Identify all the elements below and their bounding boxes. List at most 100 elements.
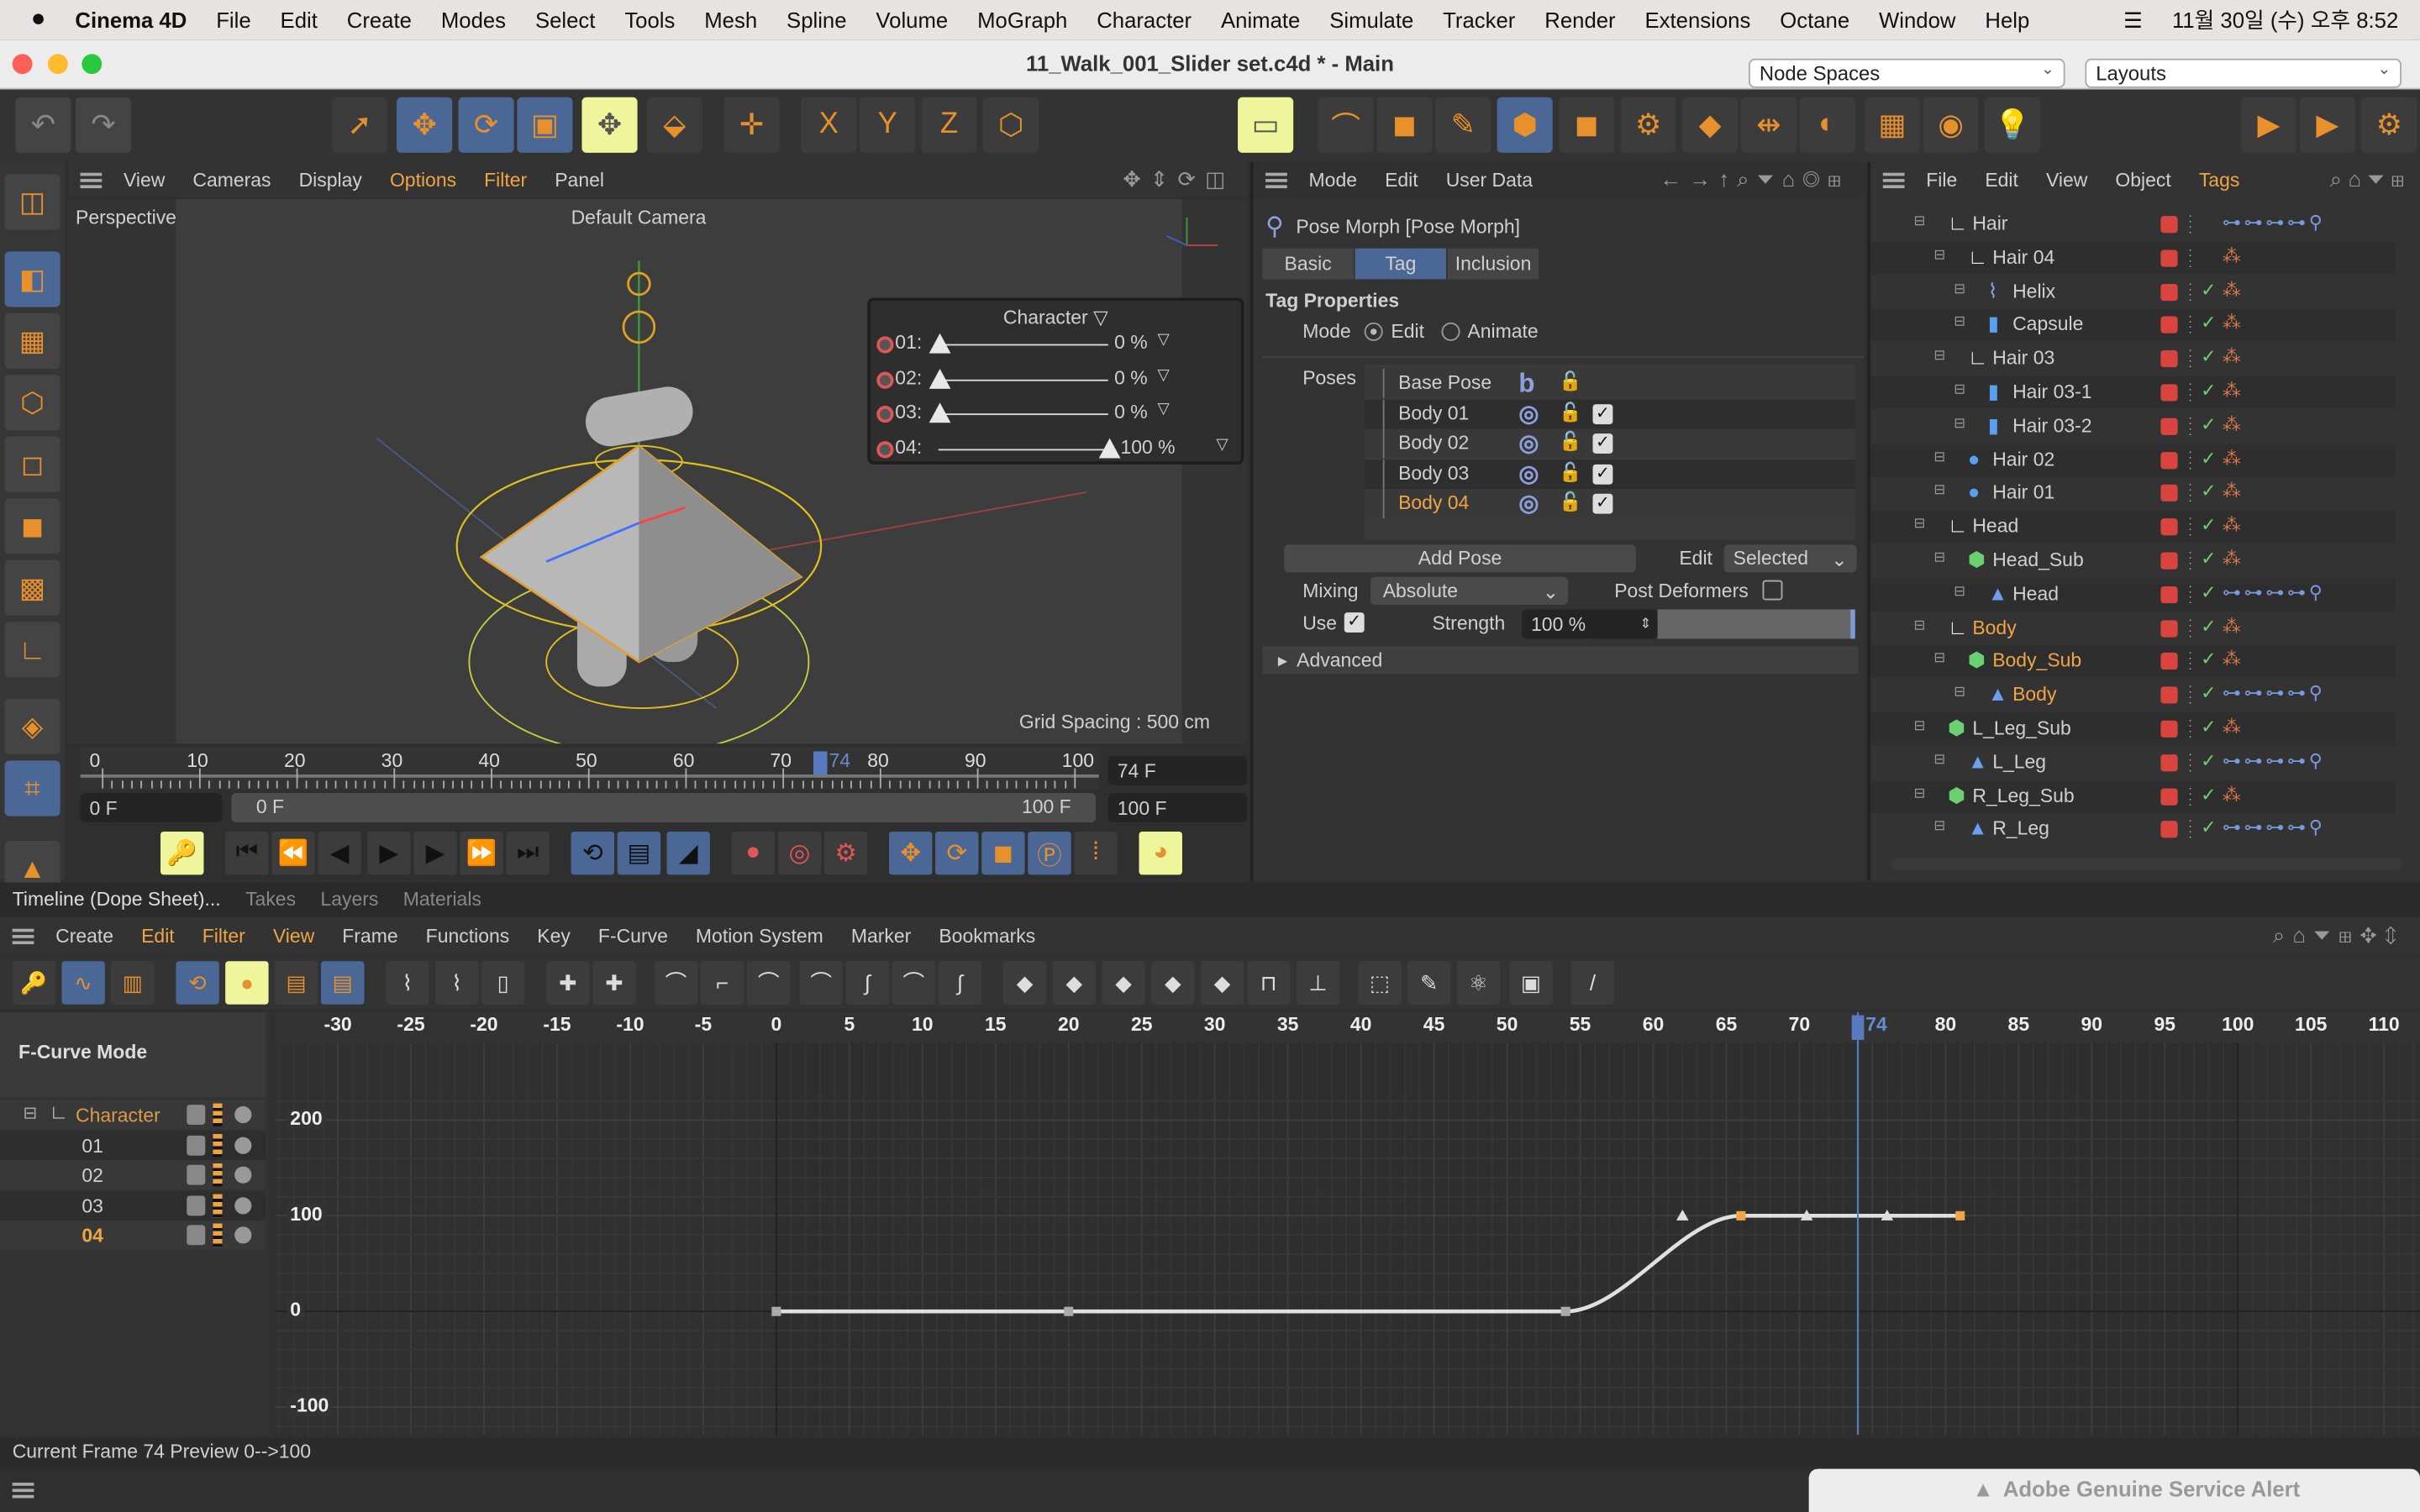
track-row[interactable]: 03 [0,1190,266,1221]
viewport[interactable]: Perspective Default Camera Grid Spacing … [67,198,1248,744]
horizontal-scrollbar[interactable] [1891,858,2402,870]
visibility-dots[interactable]: :: [2188,347,2196,370]
object-row[interactable]: ⊟ ● Hair 01:: ✓ ⁂ [1870,477,2395,510]
layer-color-swatch[interactable] [2160,653,2178,670]
extrude-icon[interactable]: ◼ [1559,97,1615,153]
timeline-tool-icon[interactable]: ▯ [481,961,525,1005]
viewport-menu-panel[interactable]: Panel [555,169,604,191]
visibility-dots[interactable]: :: [2188,750,2196,774]
play-icon[interactable]: ▶ [367,831,411,875]
visibility-dots[interactable]: :: [2188,582,2196,606]
edit-dropdown[interactable]: Selected ⌄ [1723,544,1857,573]
tag-icons[interactable]: ⁂ [2223,279,2244,301]
visibility-dots[interactable]: :: [2188,616,2196,639]
enabled-check-icon[interactable]: ✓ [2201,312,2216,334]
timeline-tool-icon[interactable]: ⬚ [1358,961,1402,1005]
pla-key-icon[interactable]: Ⓟ [1028,831,1071,875]
timeline-tool-icon[interactable]: ⊓ [1247,961,1291,1005]
track-row[interactable]: 04 [0,1221,266,1251]
tag-icons[interactable]: ⊶⊶⊶⊶⚲ [2223,682,2326,704]
track-solo-dot[interactable] [234,1196,252,1215]
track-solo-dot[interactable] [234,1136,252,1154]
prev-frame-icon[interactable]: ◀ [318,831,361,875]
uv-mode-icon[interactable]: ▩ [4,559,60,616]
apple-icon[interactable]: ● [31,6,46,34]
viewport-menu-view[interactable]: View [124,169,165,191]
object-row[interactable]: ⊟ ⬢ Head_Sub:: ✓ ⁂ [1870,544,2395,577]
enabled-check-icon[interactable]: ✓ [2201,279,2216,301]
timeline-tool-icon[interactable]: ▣ [1509,961,1553,1005]
expand-icon[interactable]: ⊟ [1933,818,1945,835]
adobe-alert-notification[interactable]: ▲ Adobe Genuine Service Alert [1808,1468,2420,1512]
object-row[interactable]: ⊟ ● Hair 02:: ✓ ⁂ [1870,444,2396,476]
slider-handle[interactable] [929,333,951,354]
visibility-dots[interactable]: :: [2188,280,2196,303]
post-deformers-checkbox[interactable] [1762,580,1783,601]
track-edit-icon[interactable] [187,1135,206,1155]
render-picture-viewer-icon[interactable]: ▶ [2299,97,2355,153]
lock-y-icon[interactable]: Y [860,97,916,153]
layer-color-swatch[interactable] [2160,350,2178,368]
mode-edit-radio[interactable] [1365,322,1384,341]
tag-icons[interactable]: ⁂ [2223,380,2244,402]
camera-label[interactable]: Default Camera [571,207,707,228]
tab-tag[interactable]: Tag [1355,248,1447,280]
timeline-tool-icon[interactable]: ▤ [321,961,365,1005]
timeline-menu-view[interactable]: View [273,925,314,947]
axis-mode-icon[interactable]: ∟ [4,622,60,678]
object-row[interactable]: ⊟ ⌇ Helix:: ✓ ⁂ [1870,276,2395,308]
visibility-dots[interactable]: :: [2188,649,2196,673]
rotate-track-icon[interactable]: ⟳ [935,831,979,875]
bottom-tab[interactable]: Layers [308,889,391,911]
object-row[interactable]: ⊟ ∟ Hair 04:: ⁂ [1870,241,2396,275]
slider-animate-dot[interactable] [876,440,894,458]
keyframe[interactable] [1560,1306,1570,1316]
slider-track[interactable] [938,344,1108,346]
object-row[interactable]: ⊟ ∟ Hair 03:: ✓ ⁂ [1870,343,2395,375]
visibility-dots[interactable]: :: [2188,448,2196,471]
track-keys-icon[interactable] [213,1133,223,1157]
slider-panel-title[interactable]: Character [1003,307,1088,329]
timeline-tool-icon[interactable]: ⌇ [434,961,479,1005]
om-menu-tags[interactable]: Tags [2199,169,2240,191]
object-row[interactable]: ⊟ ▮ Hair 03-2:: ✓ ⁂ [1870,410,2395,443]
playhead[interactable] [813,751,828,775]
object-row[interactable]: ⊟ ▮ Capsule:: ✓ ⁂ [1870,309,2396,342]
spline-pen-icon[interactable]: ⌒ [1318,97,1374,153]
timeline-tool-icon[interactable]: ✎ [1407,961,1451,1005]
expand-icon[interactable]: ⊟ [1933,650,1945,667]
menu-help[interactable]: Help [1985,8,2029,32]
tag-icons[interactable]: ⁂ [2223,447,2244,469]
menu-tools[interactable]: Tools [624,8,675,32]
preview-range-slider[interactable]: 0 F 100 F [231,793,1097,822]
object-row[interactable]: ⊟ ▮ Hair 03-1:: ✓ ⁂ [1870,376,2396,409]
timeline-menu-key[interactable]: Key [537,925,571,947]
expand-icon[interactable]: ⊟ [1933,348,1945,365]
timeline-tool-icon[interactable]: ◆ [1002,961,1047,1005]
enabled-check-icon[interactable]: ✓ [2201,480,2216,502]
layer-color-swatch[interactable] [2160,787,2178,806]
pose-target-icon[interactable]: ◎ [1518,459,1539,486]
timeline-tool-icon[interactable]: ⊥ [1296,961,1340,1005]
autokey-icon[interactable]: 🔑 [160,831,204,875]
hamburger-icon[interactable] [12,1483,34,1499]
pose-row[interactable]: Body 04 ◎ 🔓 ✓ [1364,489,1855,519]
tag-icons[interactable]: ⊶⊶⊶⊶⚲ [2223,749,2326,771]
track-edit-icon[interactable] [187,1195,206,1215]
expand-icon[interactable]: ⊟ [1914,717,1926,734]
rotate-icon[interactable]: ⟳ [458,97,514,153]
track-row[interactable]: 02 [0,1160,266,1190]
layer-color-swatch[interactable] [2160,518,2178,536]
subdivision-icon[interactable]: ⬢ [1497,97,1553,153]
clock[interactable]: 11월 30일 (수) 오후 8:52 [2172,5,2398,36]
redo-icon[interactable]: ↷ [75,97,132,153]
tag-icons[interactable]: ⁂ [2223,514,2244,536]
timeline-tool-icon[interactable]: ⌒ [799,961,843,1005]
lock-icon[interactable]: 🔓 [1559,430,1581,452]
lock-icon[interactable]: 🔓 [1559,401,1581,423]
pose-target-icon[interactable]: ◎ [1518,399,1539,427]
tag-icons[interactable]: ⊶⊶⊶⊶⚲ [2223,581,2326,603]
timeline-tool-icon[interactable]: ◆ [1200,961,1244,1005]
viewport-menu-filter[interactable]: Filter [484,169,527,191]
slider-track[interactable] [938,448,1108,450]
